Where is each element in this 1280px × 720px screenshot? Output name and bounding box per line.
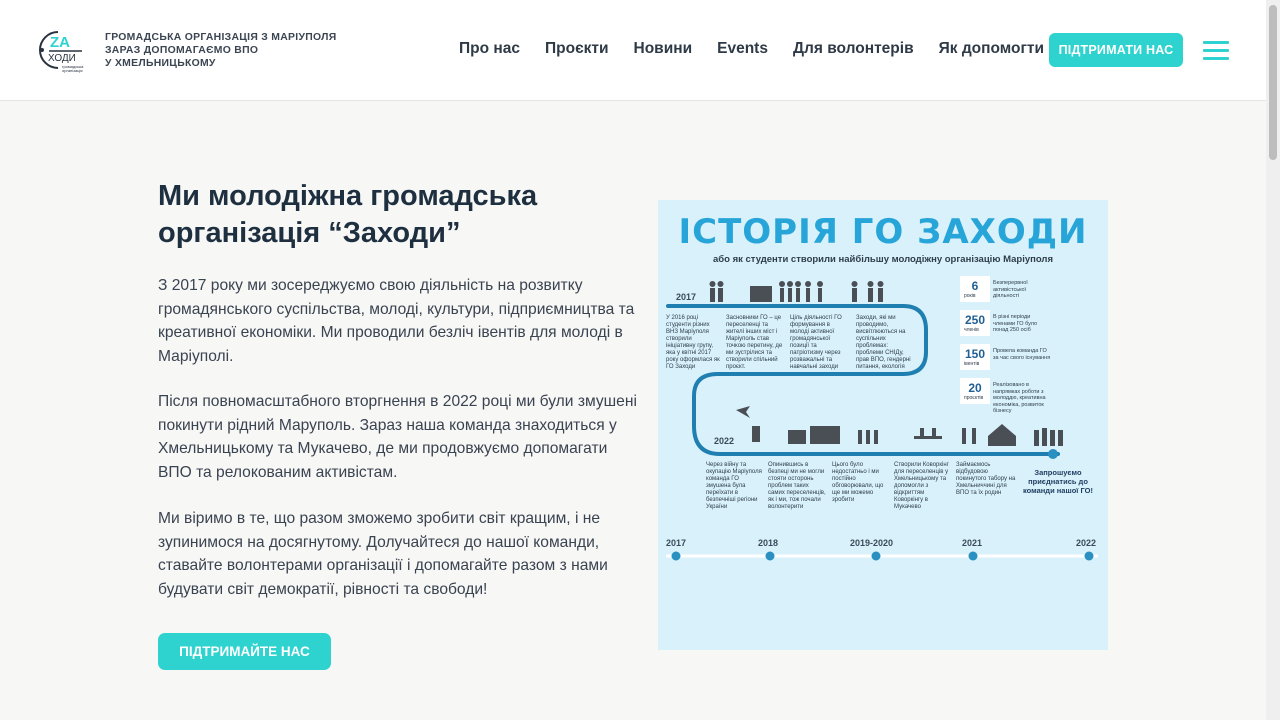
timeline-year-2017: 2017	[666, 538, 687, 548]
page-title-line-1: Ми молодіжна громадська	[158, 180, 538, 212]
nav-about[interactable]: Про нас	[459, 40, 520, 58]
tagline-line-3: У ХМЕЛЬНИЦЬКОМУ	[105, 58, 216, 69]
blurb-bottom-5: Займаємось відбудовою покинутого табору …	[956, 462, 1016, 496]
stat-years-unit: років	[964, 293, 976, 299]
relocation-paragraph: Після повномасштабного вторгнення в 2022…	[158, 393, 637, 481]
stat-events-text: Провела команда ГО за час свого існуванн…	[993, 348, 1051, 361]
stat-years: 6 років Безперервної активістської діяль…	[960, 276, 1080, 302]
stat-projects-text: Реалізовано в напрямках роботи з молоддю…	[993, 382, 1046, 414]
tagline-line-2: ЗАРАЗ ДОПОМАГАЄМО ВПО	[105, 45, 259, 56]
year-2022-label: 2022	[714, 436, 735, 446]
timeline-year-2018: 2018	[758, 538, 779, 548]
blurb-top-4: Заходи, які ми проводимо, висвітлюються …	[856, 315, 911, 370]
timeline-year-2019-2020: 2019-2020	[850, 538, 894, 548]
svg-text:ZA: ZA	[50, 34, 70, 51]
stat-members: 250 членів В різні періоди членами ГО бу…	[960, 310, 1080, 336]
intro-paragraph: З 2017 року ми зосереджуємо свою діяльні…	[158, 277, 635, 365]
stat-members-unit: членів	[964, 327, 979, 333]
blurb-bottom-3: Цього було недостатньо і ми постійно обг…	[832, 462, 884, 503]
timeline-year-2021: 2021	[962, 538, 983, 548]
nav-events[interactable]: Events	[717, 40, 768, 58]
page-title: Ми молодіжна громадська організація “Зах…	[158, 178, 628, 252]
year-2017-label: 2017	[676, 292, 697, 302]
stat-projects-unit: проєктів	[964, 395, 984, 401]
nav-how-to-help[interactable]: Як допомогти	[939, 40, 1044, 58]
stat-projects: 20 проєктів Реалізовано в напрямках робо…	[960, 378, 1080, 414]
mission-paragraph: Ми віримо в те, що разом зможемо зробити…	[158, 510, 608, 598]
blurb-top-3: Ціль діяльності ГО формування в молоді а…	[790, 315, 842, 370]
stat-members-text: В різні періоди членами ГО було понад 25…	[993, 314, 1038, 333]
nav-volunteers[interactable]: Для волонтерів	[793, 40, 914, 58]
support-button-header[interactable]: ПІДТРИМАТИ НАС	[1049, 33, 1183, 67]
support-button-main[interactable]: ПІДТРИМАЙТЕ НАС	[158, 633, 331, 670]
svg-text:організація: організація	[62, 68, 83, 73]
blurb-bottom-2: Опинившись в безпеці ми не могли стояти …	[768, 462, 826, 510]
scrollbar-thumb[interactable]	[1269, 5, 1277, 160]
history-infographic: ІСТОРІЯ ГО ЗАХОДИ або як студенти створи…	[658, 200, 1108, 650]
join-invitation: Запрошуємо приєднатись до команди нашої …	[1023, 468, 1093, 495]
blurb-bottom-4: Створили Коворкінг для переселенців у Хм…	[894, 462, 949, 510]
nav-projects[interactable]: Проєкти	[545, 40, 609, 58]
page-scrollbar[interactable]	[1266, 0, 1280, 720]
site-header: ZA ХОДИ громадська організація ГРОМАДСЬК…	[0, 0, 1266, 101]
stat-events: 150 івентів Провела команда ГО за час св…	[960, 344, 1080, 370]
nav-news[interactable]: Новини	[634, 40, 693, 58]
org-tagline: ГРОМАДСЬКА ОРГАНІЗАЦІЯ З МАРІУПОЛЯ ЗАРАЗ…	[105, 31, 345, 70]
svg-text:ХОДИ: ХОДИ	[48, 53, 76, 64]
stat-events-unit: івентів	[964, 361, 980, 367]
hamburger-menu-icon[interactable]	[1203, 41, 1229, 60]
blurb-top-1: У 2016 році студенти різних ВНЗ Маріупол…	[666, 315, 720, 370]
timeline-path-graphic	[666, 281, 1098, 561]
stat-years-text: Безперервної активістської діяльності	[993, 280, 1028, 299]
page-title-line-2: організація “Заходи”	[158, 217, 461, 249]
tagline-line-1: ГРОМАДСЬКА ОРГАНІЗАЦІЯ З МАРІУПОЛЯ	[105, 32, 337, 43]
blurb-bottom-1: Через війну та окупацію Маріуполя команд…	[706, 462, 762, 510]
logo-icon[interactable]: ZA ХОДИ громадська організація	[36, 26, 92, 74]
main-nav: Про нас Проєкти Новини Events Для волонт…	[459, 40, 1069, 58]
timeline-year-2022: 2022	[1076, 538, 1097, 548]
blurb-top-2: Засновники ГО – це переселенці та жителі…	[726, 315, 783, 370]
